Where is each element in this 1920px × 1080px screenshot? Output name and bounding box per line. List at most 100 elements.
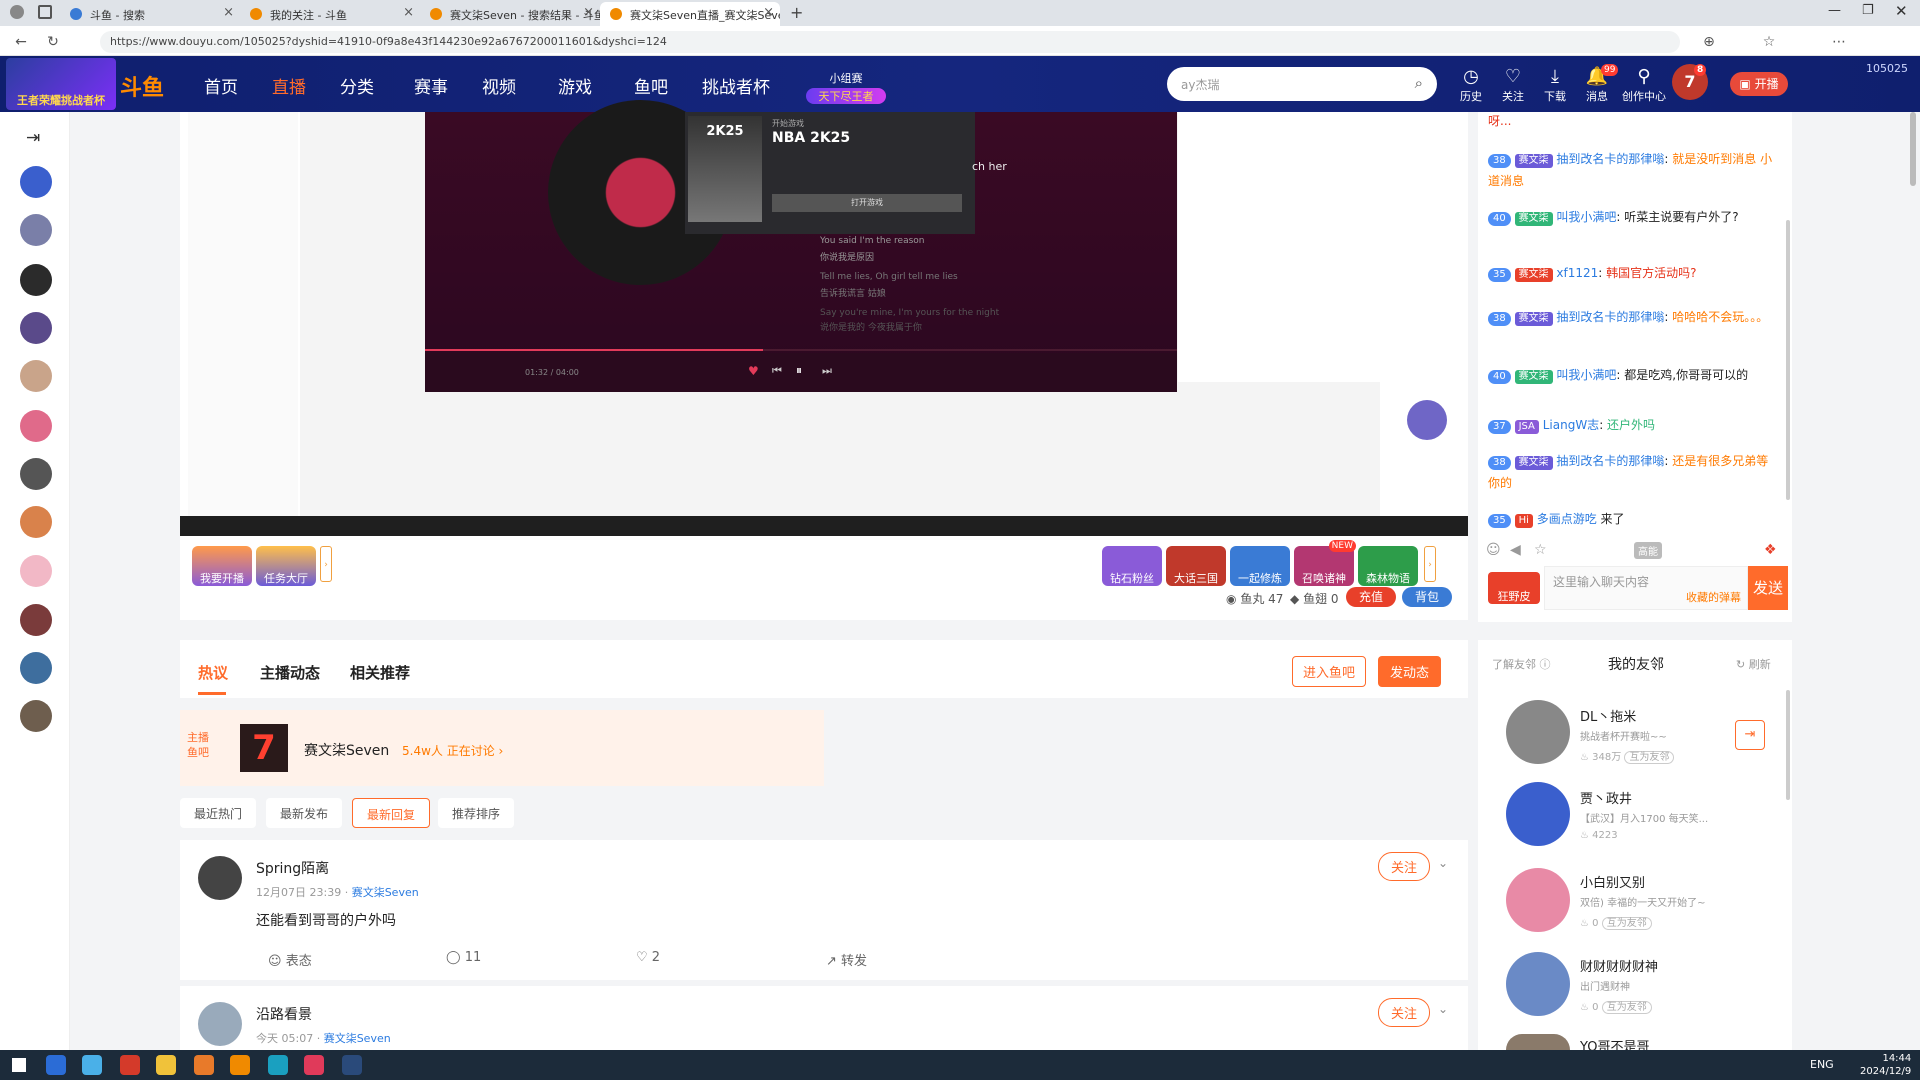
tab-hot[interactable]: 热议 bbox=[198, 662, 228, 683]
followed-avatar[interactable] bbox=[20, 360, 52, 392]
start-live-gift[interactable]: 我要开播 bbox=[192, 546, 252, 586]
star-icon[interactable]: ☆ bbox=[1534, 542, 1547, 558]
learn-friends-link[interactable]: 了解友邻 ⓘ bbox=[1492, 656, 1551, 672]
tray-clock[interactable]: 14:44 2024/12/9 bbox=[1860, 1052, 1911, 1078]
react-button[interactable]: ☺ 表态 bbox=[268, 950, 312, 969]
back-icon[interactable]: ← bbox=[12, 33, 30, 51]
more-menu-icon[interactable]: ⋯ bbox=[1830, 33, 1848, 51]
high-energy-button[interactable]: 高能 bbox=[1634, 542, 1662, 559]
gift-summon-gods[interactable]: 召唤诸神 NEW bbox=[1294, 540, 1356, 586]
refresh-button[interactable]: ↻ 刷新 bbox=[1736, 656, 1771, 672]
friend-name[interactable]: 贾丶政井 bbox=[1580, 788, 1632, 807]
browser-tab[interactable]: 赛文柒Seven - 搜索结果 - 斗鱼直播× bbox=[420, 2, 600, 26]
douyu-logo[interactable]: 斗鱼 bbox=[120, 70, 164, 102]
gift-three-kingdoms[interactable]: 大话三国 bbox=[1166, 546, 1226, 586]
friend-name[interactable]: 财财财财财神 bbox=[1580, 956, 1658, 975]
gift-box-icon[interactable]: ❖ bbox=[1764, 542, 1777, 558]
nav-category[interactable]: 分类 bbox=[340, 73, 374, 98]
friend-avatar[interactable] bbox=[1506, 1034, 1570, 1050]
zoom-icon[interactable]: ⊕ bbox=[1700, 33, 1718, 51]
enter-room-icon[interactable]: ⇥ bbox=[1735, 720, 1765, 750]
post-username[interactable]: Spring陌离 bbox=[256, 858, 329, 878]
chevron-down-icon[interactable]: ⌄ bbox=[1438, 856, 1448, 870]
chat-input[interactable]: 这里输入聊天内容 收藏的弹幕 bbox=[1544, 566, 1748, 610]
app-icon[interactable] bbox=[46, 1055, 66, 1075]
window-close-button[interactable]: ✕ bbox=[1895, 2, 1908, 20]
edge-icon[interactable] bbox=[268, 1055, 288, 1075]
follow-button[interactable]: ♡ 关注 bbox=[1493, 66, 1533, 104]
close-icon[interactable]: × bbox=[583, 5, 594, 20]
post-avatar[interactable] bbox=[198, 1002, 242, 1046]
maximize-button[interactable]: ❐ bbox=[1862, 3, 1874, 18]
close-icon[interactable]: × bbox=[763, 5, 774, 20]
tray-language[interactable]: ENG bbox=[1810, 1058, 1834, 1071]
app-icon[interactable] bbox=[82, 1055, 102, 1075]
gift-cultivate[interactable]: 一起修炼 bbox=[1230, 546, 1290, 586]
followed-avatar[interactable] bbox=[20, 264, 52, 296]
friend-name[interactable]: 小白别又别 bbox=[1580, 872, 1645, 891]
expand-left-gifts-icon[interactable]: › bbox=[320, 546, 332, 582]
followed-avatar[interactable] bbox=[20, 214, 52, 246]
sort-newest[interactable]: 最新发布 bbox=[266, 798, 343, 828]
favorites-star-icon[interactable]: ☆ bbox=[1760, 33, 1778, 51]
expand-right-gifts-icon[interactable]: › bbox=[1424, 546, 1436, 582]
url-field[interactable]: https://www.douyu.com/105025?dyshid=4191… bbox=[100, 31, 1680, 53]
followed-avatar[interactable] bbox=[20, 410, 52, 442]
followed-avatar[interactable] bbox=[20, 555, 52, 587]
app-icon[interactable] bbox=[304, 1055, 324, 1075]
message-button[interactable]: 🔔 消息 99 bbox=[1577, 64, 1619, 104]
search-input[interactable]: ay杰瑞 ⌕ bbox=[1167, 67, 1437, 101]
sort-latest-reply[interactable]: 最新回复 bbox=[352, 798, 431, 828]
page-scrollbar[interactable] bbox=[1910, 112, 1916, 186]
folder-icon[interactable] bbox=[156, 1055, 176, 1075]
post-dynamic-button[interactable]: 发动态 bbox=[1378, 656, 1442, 687]
followed-avatar[interactable] bbox=[20, 506, 52, 538]
nav-home[interactable]: 首页 bbox=[204, 73, 238, 98]
bag-button[interactable]: 背包 bbox=[1402, 587, 1452, 607]
nav-video[interactable]: 视频 bbox=[482, 73, 516, 98]
task-hall-gift[interactable]: 任务大厅 bbox=[256, 546, 316, 586]
share-button[interactable]: ↗ 转发 bbox=[826, 950, 867, 969]
app-icon[interactable] bbox=[194, 1055, 214, 1075]
friend-name[interactable]: DL丶拖米 bbox=[1580, 706, 1636, 725]
profile-icon[interactable] bbox=[10, 5, 24, 19]
send-button[interactable]: 发送 bbox=[1748, 566, 1788, 610]
followed-avatar[interactable] bbox=[20, 652, 52, 684]
creator-center-button[interactable]: ⚲ 创作中心 bbox=[1619, 66, 1669, 104]
speaker-icon[interactable]: ◀ bbox=[1510, 542, 1521, 558]
steam-icon[interactable] bbox=[342, 1055, 362, 1075]
post-avatar[interactable] bbox=[198, 856, 242, 900]
reload-icon[interactable]: ↻ bbox=[44, 33, 62, 51]
followed-avatar[interactable] bbox=[20, 604, 52, 636]
event-banner-logo[interactable]: 王者荣耀挑战者杯 bbox=[6, 58, 116, 110]
friend-avatar[interactable] bbox=[1506, 868, 1570, 932]
browser-tab-active[interactable]: 赛文柒Seven直播_赛文柒Seven户外× bbox=[600, 2, 780, 26]
chat-scrollbar[interactable] bbox=[1786, 220, 1790, 500]
windows-start-icon[interactable] bbox=[12, 1058, 26, 1072]
app-icon[interactable] bbox=[120, 1055, 140, 1075]
expand-sidebar-icon[interactable]: ⇥ bbox=[26, 128, 40, 148]
followed-avatar[interactable] bbox=[20, 700, 52, 732]
nav-events[interactable]: 赛事 bbox=[414, 73, 448, 98]
nav-live[interactable]: 直播 bbox=[272, 73, 306, 98]
fishbar-name[interactable]: 赛文柒Seven bbox=[304, 740, 389, 760]
tab-related[interactable]: 相关推荐 bbox=[350, 662, 410, 683]
post-username[interactable]: 沿路看景 bbox=[256, 1004, 312, 1024]
nav-challenger-cup[interactable]: 挑战者杯 bbox=[702, 73, 770, 98]
minimize-button[interactable]: — bbox=[1828, 3, 1841, 18]
sort-recent-hot[interactable]: 最近热门 bbox=[180, 798, 257, 828]
crazy-skin-badge[interactable]: 狂野皮 bbox=[1488, 572, 1540, 604]
friend-avatar[interactable] bbox=[1506, 952, 1570, 1016]
post-text[interactable]: 还能看到哥哥的户外吗 bbox=[256, 910, 396, 930]
follow-button[interactable]: 关注 bbox=[1378, 998, 1431, 1027]
gift-diamond-fans[interactable]: 钻石粉丝 bbox=[1102, 546, 1162, 586]
download-button[interactable]: ⤓ 下载 bbox=[1535, 66, 1575, 104]
follow-button[interactable]: 关注 bbox=[1378, 852, 1431, 881]
sort-recommended[interactable]: 推荐排序 bbox=[438, 798, 515, 828]
followed-avatar[interactable] bbox=[20, 312, 52, 344]
followed-avatar[interactable] bbox=[20, 166, 52, 198]
new-tab-button[interactable]: + bbox=[790, 3, 803, 22]
friend-avatar[interactable] bbox=[1506, 700, 1570, 764]
browser-tab[interactable]: 我的关注 - 斗鱼 × bbox=[240, 2, 420, 26]
floating-widget[interactable] bbox=[1407, 400, 1447, 440]
